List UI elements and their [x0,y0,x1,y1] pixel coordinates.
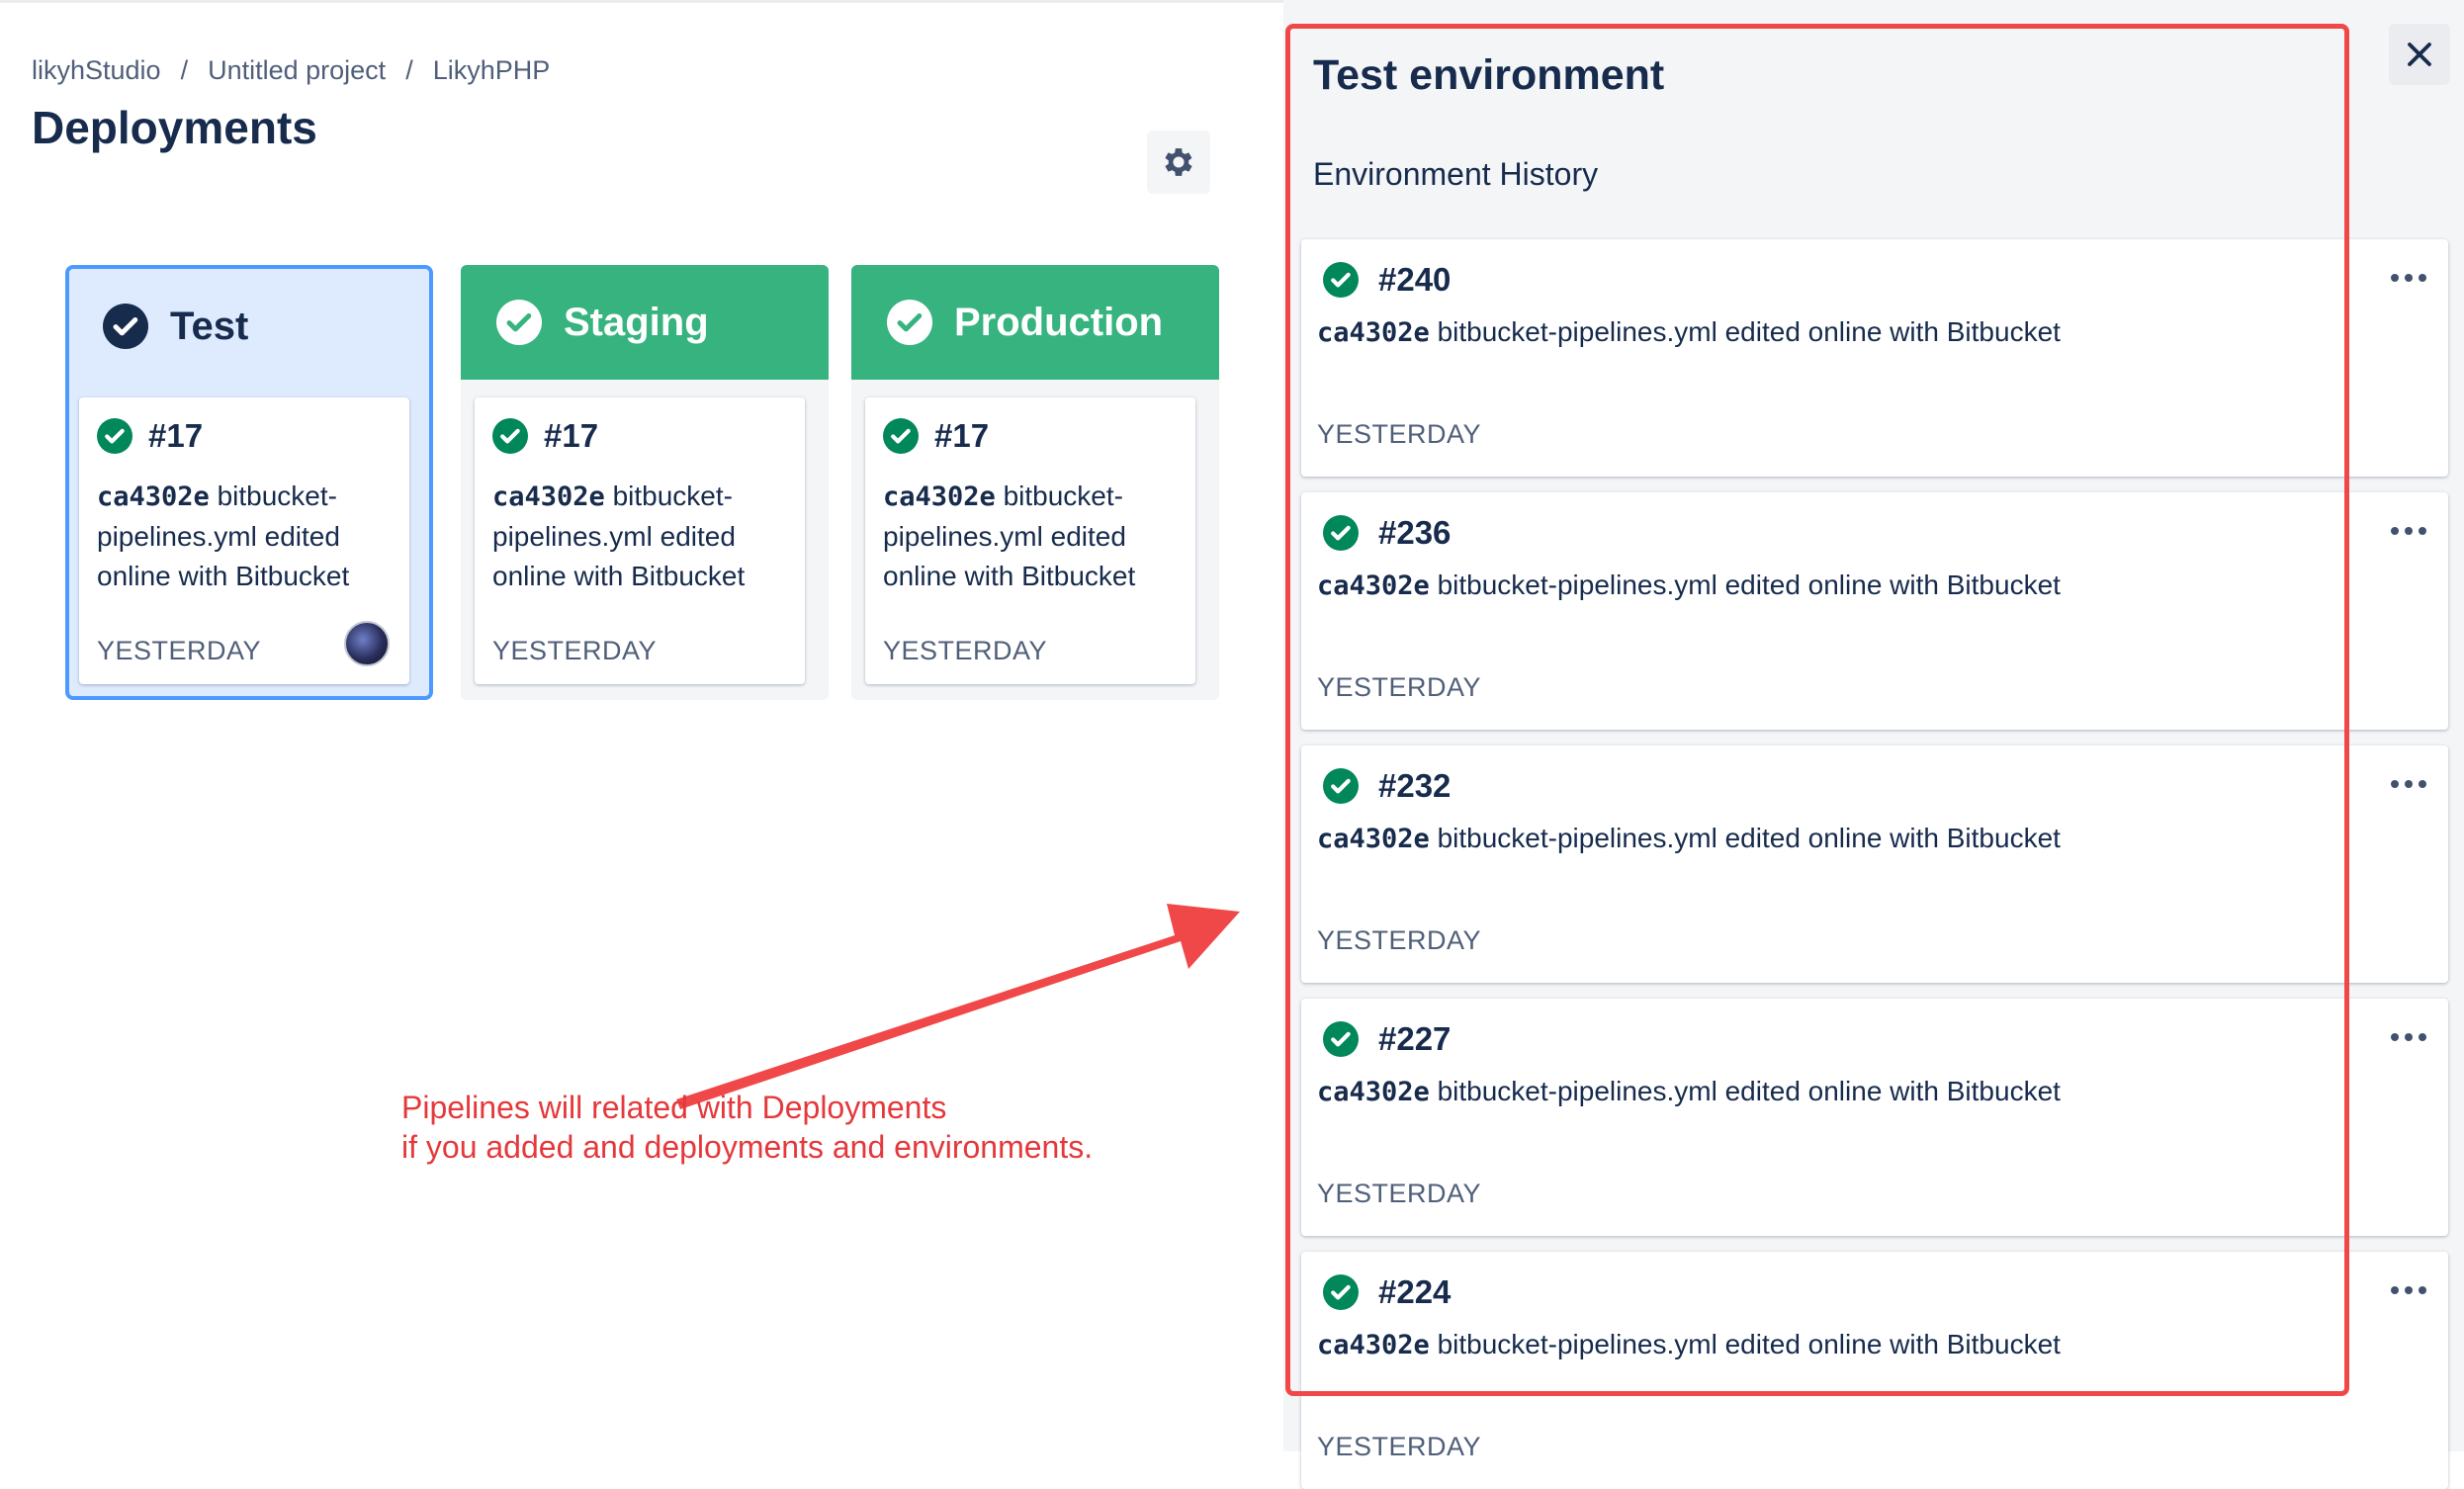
annotation-line: if you added and deployments and environ… [401,1129,1094,1165]
annotation-line: Pipelines will related with Deployments [401,1090,947,1125]
annotation-arrow [676,904,1240,1109]
annotation-note: Pipelines will related with Deployments … [401,1088,1093,1167]
